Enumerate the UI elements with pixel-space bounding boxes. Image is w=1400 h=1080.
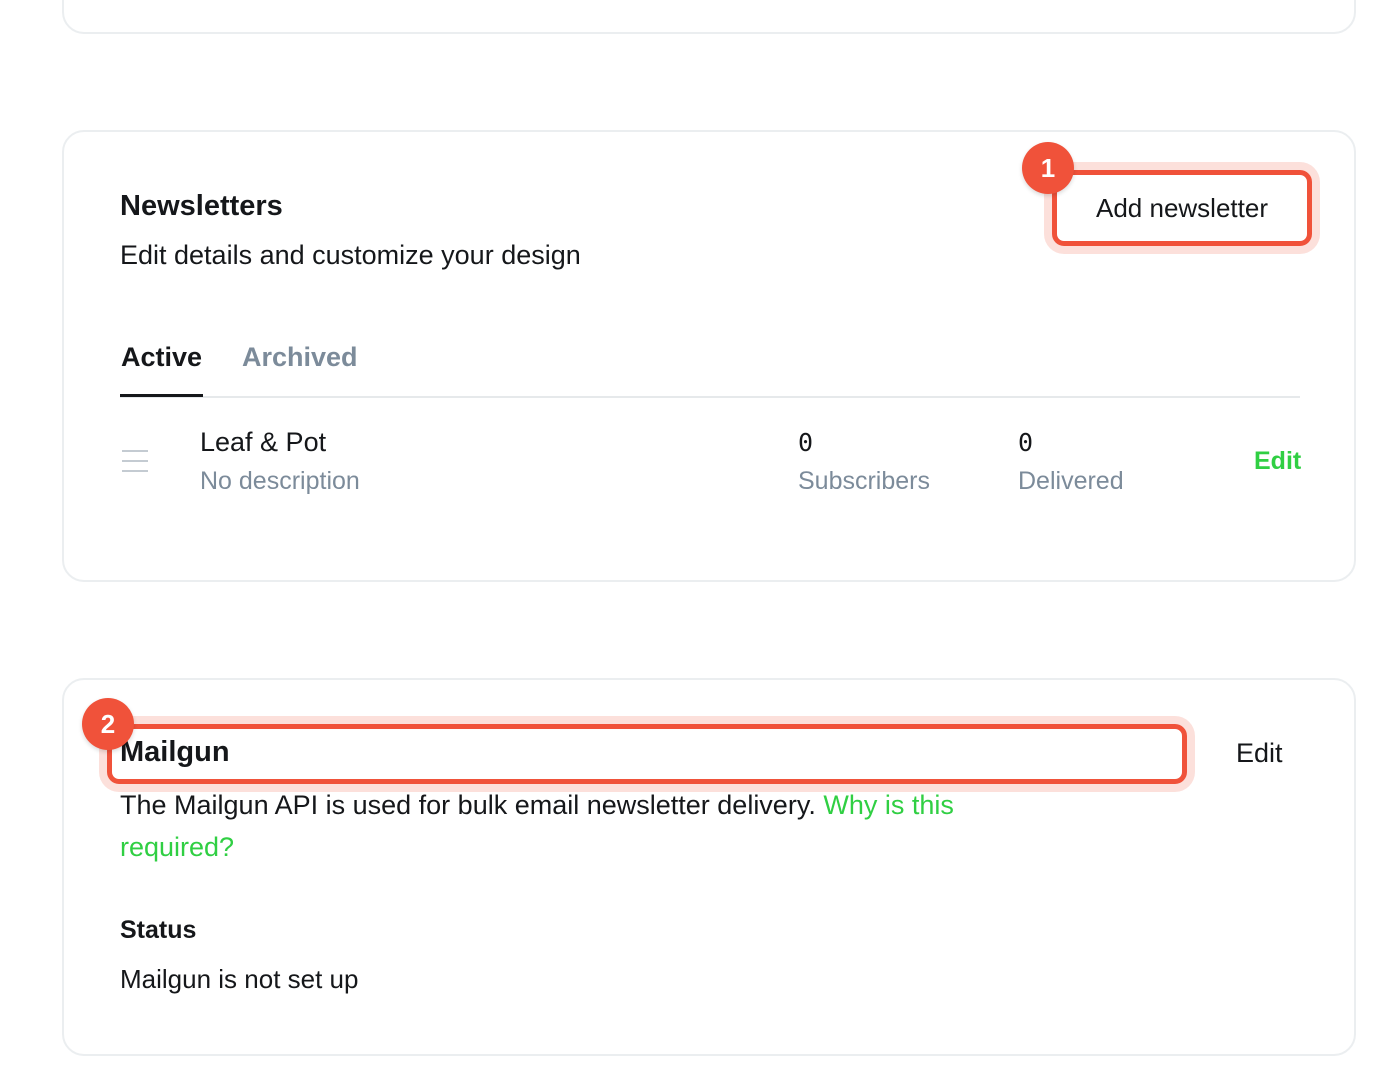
add-newsletter-button[interactable]: Add newsletter xyxy=(1054,172,1310,244)
newsletters-title: Newsletters xyxy=(120,190,283,222)
newsletters-description: Edit details and customize your design xyxy=(120,240,581,270)
status-text: Mailgun is not set up xyxy=(120,964,359,994)
active-tab-indicator xyxy=(120,394,203,397)
mailgun-card: Mailgun 2 Edit The Mailgun API is used f… xyxy=(62,678,1356,1056)
step-badge-2: 2 xyxy=(82,698,134,750)
previous-settings-card xyxy=(62,0,1356,34)
tab-archived[interactable]: Archived xyxy=(242,342,358,373)
drag-handle-icon[interactable] xyxy=(122,450,148,472)
newsletter-description: No description xyxy=(200,467,360,495)
mailgun-description: The Mailgun API is used for bulk email n… xyxy=(120,790,816,820)
newsletters-card: Newsletters Edit details and customize y… xyxy=(62,130,1356,582)
edit-newsletter-link[interactable]: Edit xyxy=(1254,447,1301,476)
mailgun-title: Mailgun xyxy=(120,736,230,768)
highlight-box-2 xyxy=(107,724,1187,784)
step-badge-1: 1 xyxy=(1022,142,1074,194)
newsletter-name: Leaf & Pot xyxy=(200,427,327,457)
tab-active[interactable]: Active xyxy=(121,342,202,373)
status-heading: Status xyxy=(120,916,197,944)
delivered-count: 0 xyxy=(1018,428,1034,457)
delivered-label: Delivered xyxy=(1018,467,1124,495)
tabs-divider xyxy=(120,396,1300,398)
subscribers-count: 0 xyxy=(798,428,814,457)
mailgun-description-block: The Mailgun API is used for bulk email n… xyxy=(120,784,1020,868)
mailgun-edit-button[interactable]: Edit xyxy=(1236,738,1283,769)
subscribers-label: Subscribers xyxy=(798,467,930,495)
